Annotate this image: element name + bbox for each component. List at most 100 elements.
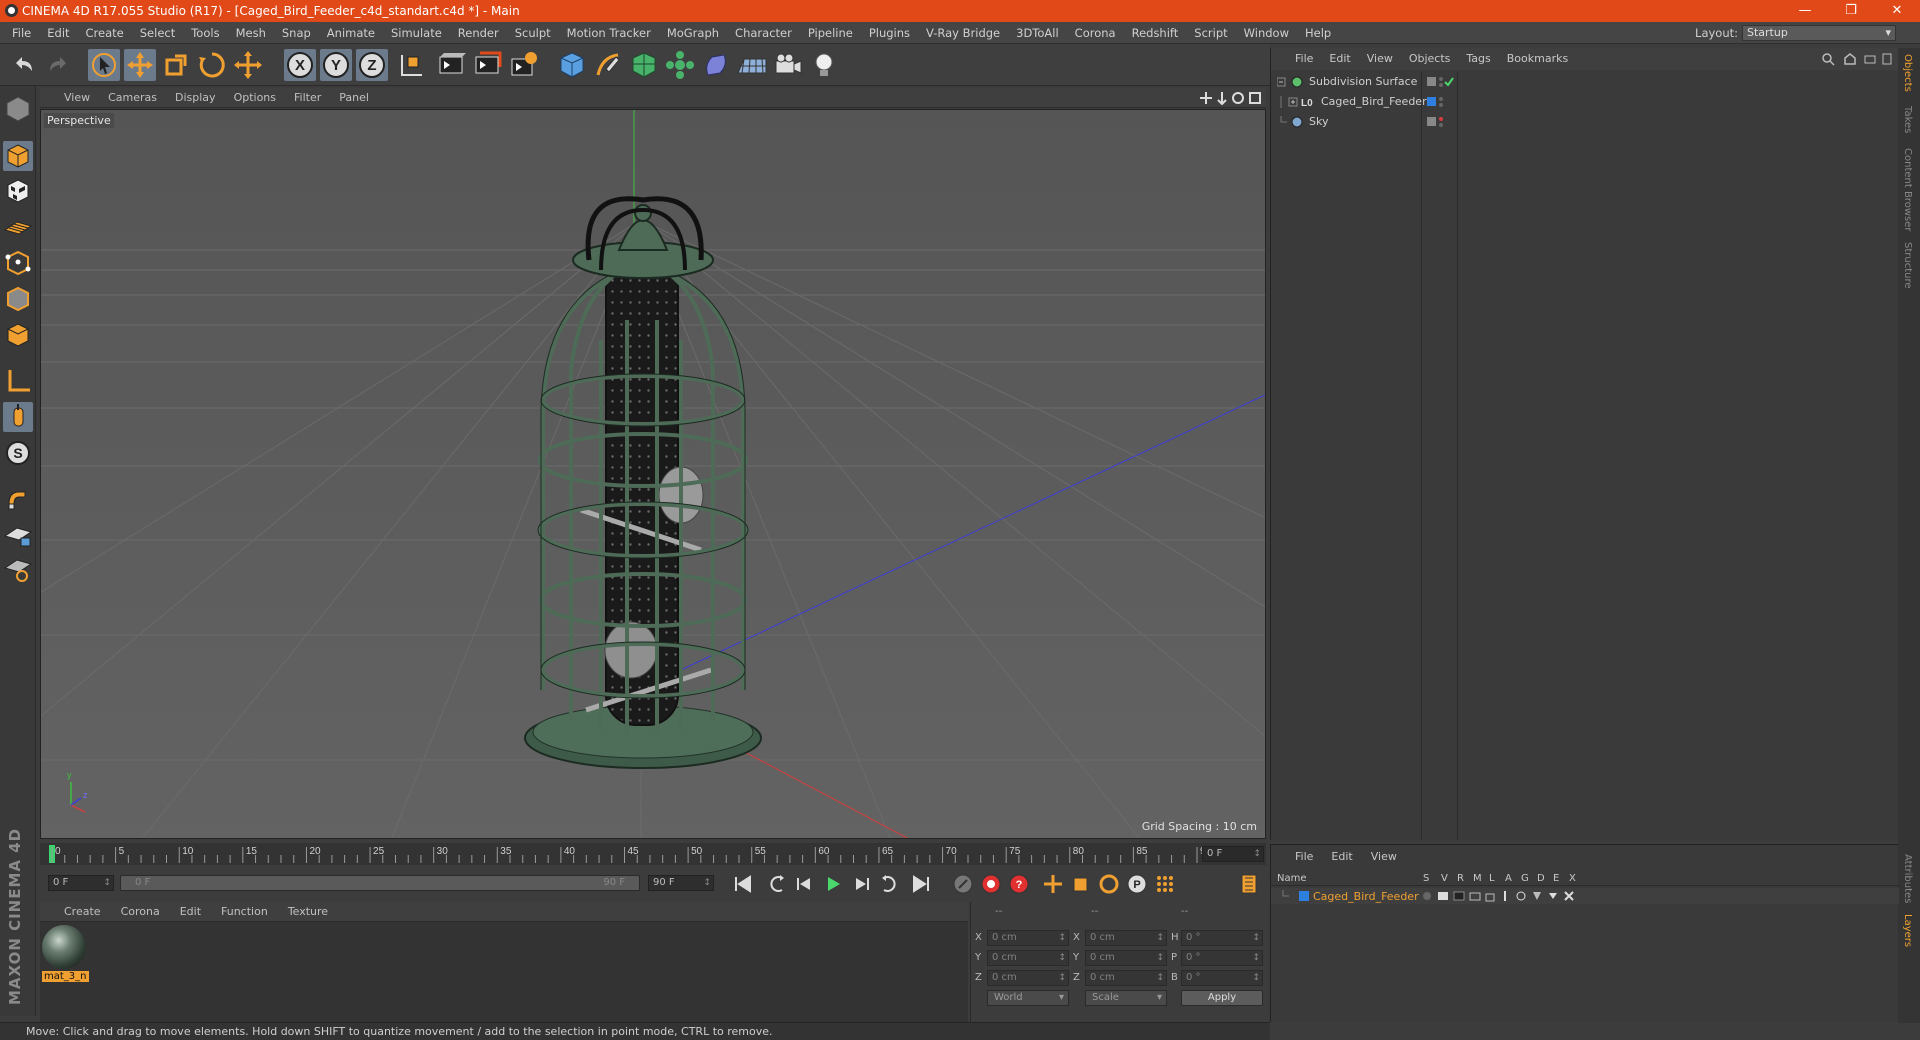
perspective-viewport[interactable]: y z Perspective Grid Spacing : 10 cm — [40, 109, 1266, 839]
viewport-menu-filter[interactable]: Filter — [294, 91, 321, 104]
timeline-ruler[interactable]: 051015202530354045505560657075808590 0 F — [40, 843, 1266, 865]
move-icon[interactable] — [124, 49, 156, 81]
polygons-mode-icon[interactable] — [3, 320, 33, 350]
previous-key-icon[interactable] — [764, 872, 790, 896]
menu-help[interactable]: Help — [1297, 26, 1339, 40]
minimize-button[interactable]: — — [1782, 0, 1828, 22]
layer-menu-edit[interactable]: Edit — [1331, 850, 1352, 863]
tab-content-browser[interactable]: Content Browser — [1902, 148, 1913, 231]
deformer-icon[interactable] — [700, 49, 732, 81]
light-icon[interactable] — [808, 49, 840, 81]
rotation-p-field[interactable]: 0 ° — [1181, 950, 1263, 966]
z-axis-icon[interactable]: Z — [356, 49, 388, 81]
tree-row-subdivision-surface[interactable]: Subdivision Surface — [1271, 72, 1899, 92]
size-y-field[interactable]: 0 cm — [1085, 950, 1167, 966]
material-menu-create[interactable]: Create — [64, 905, 101, 918]
edit-render-settings-icon[interactable] — [508, 49, 540, 81]
tree-row-sky[interactable]: Sky — [1271, 112, 1899, 132]
material-menu-edit[interactable]: Edit — [180, 905, 201, 918]
size-z-field[interactable]: 0 cm — [1085, 970, 1167, 986]
restore-button[interactable]: ❐ — [1828, 0, 1874, 22]
size-x-field[interactable]: 0 cm — [1085, 930, 1167, 946]
make-editable-icon[interactable] — [3, 94, 33, 124]
layer-col-deformers[interactable]: D — [1537, 873, 1545, 884]
layout-select[interactable]: Startup — [1742, 25, 1896, 41]
menu-animate[interactable]: Animate — [319, 26, 383, 40]
tab-structure[interactable]: Structure — [1902, 242, 1913, 289]
object-name-subdivision-surface[interactable]: Subdivision Surface — [1309, 75, 1417, 88]
menu-3dtoall[interactable]: 3DToAll — [1008, 26, 1067, 40]
timeline-window-icon[interactable] — [1236, 872, 1262, 896]
material-menu-texture[interactable]: Texture — [288, 905, 328, 918]
go-to-end-icon[interactable] — [908, 872, 934, 896]
camera-icon[interactable] — [772, 49, 804, 81]
layer-col-xref[interactable]: X — [1569, 873, 1576, 884]
preview-range-slider[interactable]: 0 F 90 F — [120, 875, 640, 891]
record-keyframes-icon[interactable] — [950, 872, 976, 896]
pen-icon[interactable] — [592, 49, 624, 81]
previous-frame-icon[interactable] — [792, 872, 818, 896]
viewport-camera-label[interactable]: Perspective — [44, 113, 114, 128]
menu-vray-bridge[interactable]: V-Ray Bridge — [918, 26, 1008, 40]
layer-col-name[interactable]: Name — [1277, 873, 1307, 884]
render-view-icon[interactable] — [436, 49, 468, 81]
menu-mesh[interactable]: Mesh — [228, 26, 274, 40]
tab-layers[interactable]: Layers — [1902, 914, 1913, 947]
current-frame-field[interactable]: 0 F — [1202, 846, 1264, 862]
rotation-h-field[interactable]: 0 ° — [1181, 930, 1263, 946]
play-icon[interactable] — [820, 872, 846, 896]
model-mode-icon[interactable] — [3, 141, 33, 171]
layer-col-expressions[interactable]: E — [1553, 873, 1559, 884]
undo-icon[interactable] — [8, 49, 40, 81]
object-menu-objects[interactable]: Objects — [1409, 52, 1451, 65]
go-to-start-icon[interactable] — [730, 872, 756, 896]
viewport-menu-panel[interactable]: Panel — [339, 91, 369, 104]
layer-name[interactable]: Caged_Bird_Feeder — [1313, 890, 1419, 903]
workplane-icon[interactable] — [3, 212, 33, 242]
menu-corona[interactable]: Corona — [1067, 26, 1124, 40]
workplane-lock-icon[interactable] — [3, 520, 33, 550]
menu-pipeline[interactable]: Pipeline — [800, 26, 861, 40]
rotate-icon[interactable] — [196, 49, 228, 81]
key-point-level-icon[interactable] — [1152, 872, 1178, 896]
position-z-field[interactable]: 0 cm — [987, 970, 1069, 986]
axis-mode-icon[interactable] — [3, 366, 33, 396]
layer-row[interactable]: Caged_Bird_Feeder — [1271, 888, 1899, 904]
end-frame-field[interactable]: 90 F — [648, 875, 714, 891]
layer-menu-view[interactable]: View — [1371, 850, 1397, 863]
coordinate-mode-select[interactable]: World — [987, 990, 1069, 1006]
solo-mode-icon[interactable]: S — [3, 438, 33, 468]
texture-mode-icon[interactable] — [3, 176, 33, 206]
apply-button[interactable]: Apply — [1181, 990, 1263, 1006]
menu-simulate[interactable]: Simulate — [383, 26, 450, 40]
edges-mode-icon[interactable] — [3, 284, 33, 314]
viewport-nav-icons[interactable] — [1200, 91, 1262, 105]
menu-snap[interactable]: Snap — [274, 26, 319, 40]
coordinate-system-icon[interactable] — [394, 49, 426, 81]
next-key-icon[interactable] — [876, 872, 902, 896]
material-name[interactable]: mat_3_n — [42, 971, 89, 982]
layer-col-solo[interactable]: S — [1423, 873, 1429, 884]
menu-file[interactable]: File — [4, 26, 39, 40]
object-menu-edit[interactable]: Edit — [1329, 52, 1350, 65]
close-button[interactable]: ✕ — [1874, 0, 1920, 22]
viewport-menu-cameras[interactable]: Cameras — [108, 91, 157, 104]
live-select-icon[interactable] — [88, 49, 120, 81]
menu-sculpt[interactable]: Sculpt — [507, 26, 559, 40]
object-manager-tools[interactable] — [1821, 52, 1893, 66]
object-menu-file[interactable]: File — [1295, 52, 1313, 65]
x-axis-icon[interactable]: X — [284, 49, 316, 81]
object-menu-tags[interactable]: Tags — [1466, 52, 1490, 65]
render-picture-viewer-icon[interactable] — [472, 49, 504, 81]
subdivision-icon[interactable] — [628, 49, 660, 81]
keyframe-selection-icon[interactable]: ? — [1006, 872, 1032, 896]
rotation-b-field[interactable]: 0 ° — [1181, 970, 1263, 986]
redo-icon[interactable] — [42, 49, 74, 81]
key-rotation-icon[interactable] — [1096, 872, 1122, 896]
floor-icon[interactable] — [736, 49, 768, 81]
tweak-mode-icon[interactable] — [3, 402, 33, 432]
layer-col-view[interactable]: V — [1441, 873, 1448, 884]
size-mode-select[interactable]: Scale — [1085, 990, 1167, 1006]
menu-create[interactable]: Create — [78, 26, 132, 40]
object-name-caged-bird-feeder[interactable]: Caged_Bird_Feeder — [1321, 95, 1427, 108]
